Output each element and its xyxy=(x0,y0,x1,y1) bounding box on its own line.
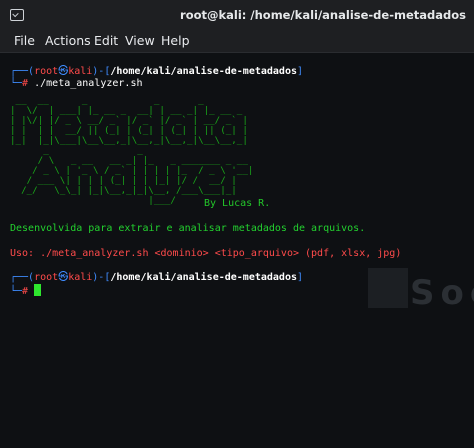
command-text: ./meta_analyzer.sh xyxy=(34,78,143,89)
background-logo-mark xyxy=(368,268,408,308)
menu-bar: File Actions Edit View Help xyxy=(0,30,474,53)
prompt-path-2: /home/kali/analise-de-metadados xyxy=(110,272,297,283)
background-logo-text: Societ xyxy=(410,273,474,313)
menu-edit[interactable]: Edit xyxy=(94,33,118,48)
ascii-banner: __ __ _ _ _ | \/ | ___| |_ __ _ __| | __… xyxy=(10,95,254,206)
menu-actions[interactable]: Actions xyxy=(45,33,91,48)
prompt-path: /home/kali/analise-de-metadados xyxy=(110,66,297,77)
menu-help[interactable]: Help xyxy=(161,33,190,48)
command-line-1: └─# ./meta_analyzer.sh xyxy=(10,78,143,89)
banner-credit: By Lucas R. xyxy=(204,198,271,209)
terminal-window: root@kali: /home/kali/analise-de-metadad… xyxy=(0,0,474,448)
text-cursor xyxy=(34,284,42,296)
usage-text: Uso: ./meta_analyzer.sh <dominio> <tipo_… xyxy=(10,248,402,259)
prompt-line-2: ┌──(root㉿kali)-[/home/kali/analise-de-me… xyxy=(10,272,304,283)
prompt-line-1: ┌──(root㉿kali)-[/home/kali/analise-de-me… xyxy=(10,66,304,77)
window-title: root@kali: /home/kali/analise-de-metadad… xyxy=(180,8,466,22)
command-line-2: └─# xyxy=(10,284,42,298)
menu-file[interactable]: File xyxy=(14,33,35,48)
title-bar: root@kali: /home/kali/analise-de-metadad… xyxy=(0,0,474,30)
menu-view[interactable]: View xyxy=(125,33,155,48)
description-text: Desenvolvida para extrair e analisar met… xyxy=(10,223,366,234)
terminal-icon xyxy=(10,9,24,21)
